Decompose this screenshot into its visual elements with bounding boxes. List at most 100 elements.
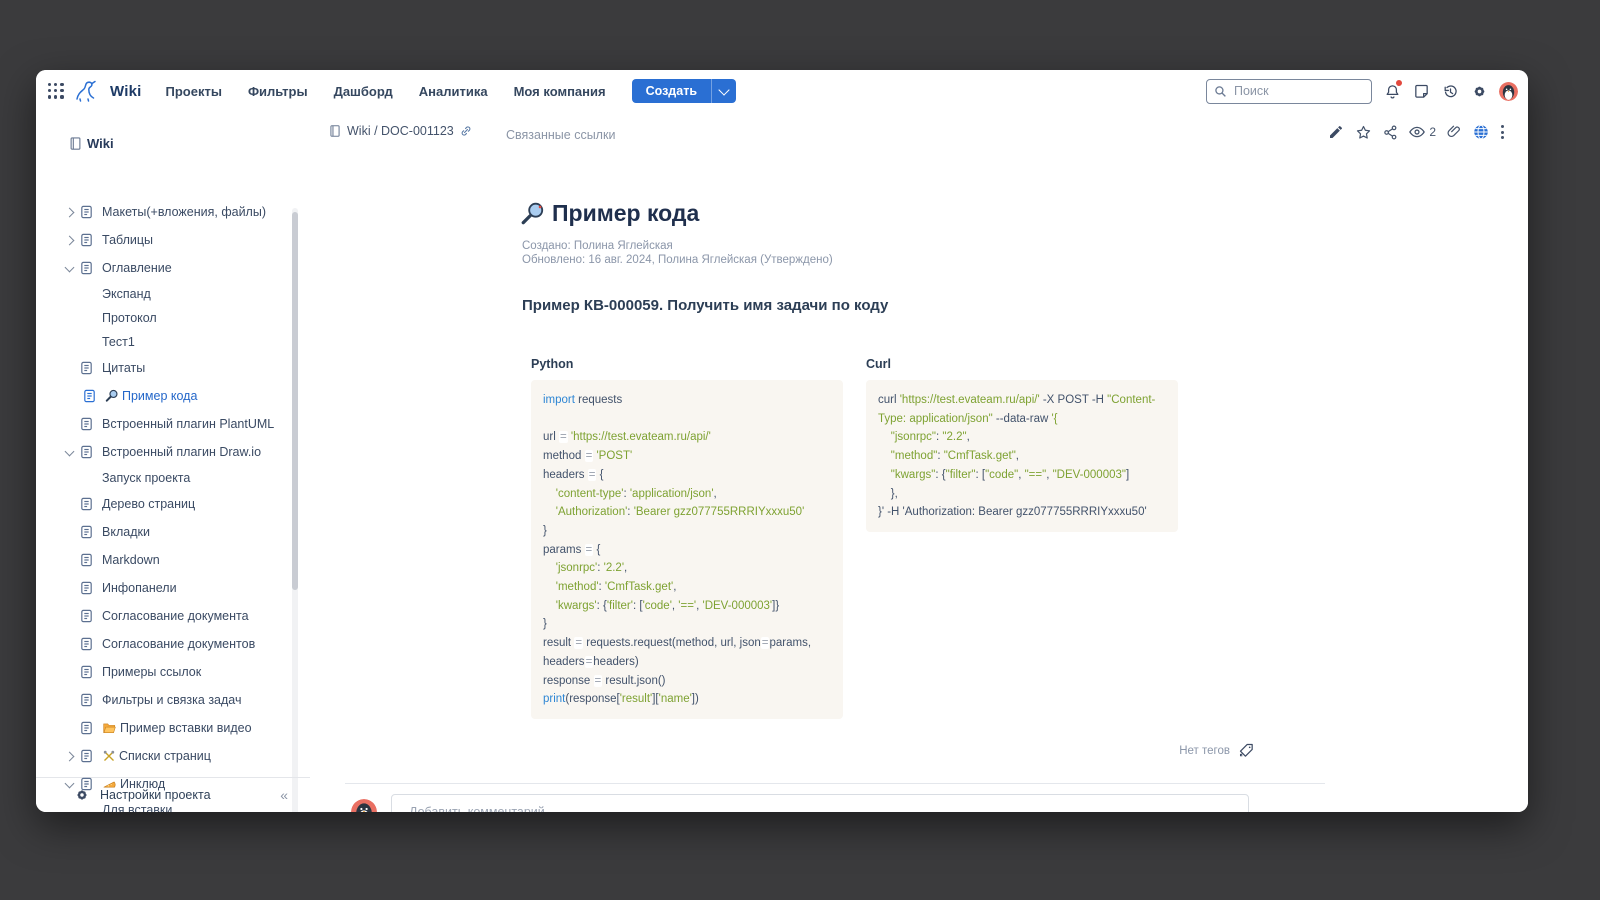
sidebar-item-таблицы[interactable]: Таблицы bbox=[36, 226, 292, 254]
document-icon bbox=[78, 360, 94, 376]
sidebar-item-экспанд[interactable]: Экспанд bbox=[36, 282, 292, 306]
sidebar-item-label: Фильтры и связка задач bbox=[102, 693, 242, 707]
created-meta: Создано: Полина Яглейская bbox=[522, 240, 673, 252]
more-kebab-icon[interactable] bbox=[1499, 123, 1506, 141]
history-icon[interactable] bbox=[1441, 82, 1459, 100]
sidebar-item-label: Markdown bbox=[102, 553, 160, 567]
notifications-bell-icon[interactable] bbox=[1383, 82, 1401, 100]
sidebar-item-label: Цитаты bbox=[102, 361, 145, 375]
sidebar-item-вкладки[interactable]: Вкладки bbox=[36, 518, 292, 546]
document-icon bbox=[78, 444, 94, 460]
top-header: Wiki Проекты Фильтры Дашборд Аналитика Моя к… bbox=[36, 70, 1528, 113]
sidebar-item-примеры-ссылок[interactable]: Примеры ссылок bbox=[36, 658, 292, 686]
search-input[interactable] bbox=[1232, 83, 1346, 99]
sidebar-item-markdown[interactable]: Markdown bbox=[36, 546, 292, 574]
sidebar-scrollbar[interactable] bbox=[292, 208, 298, 812]
code-box[interactable]: import requests url = 'https://test.evat… bbox=[531, 380, 843, 719]
code-block-python: Pythonimport requests url = 'https://tes… bbox=[531, 357, 843, 719]
edit-pencil-icon[interactable] bbox=[1327, 123, 1345, 141]
document-icon bbox=[78, 636, 94, 652]
link-icon[interactable] bbox=[459, 124, 473, 138]
sidebar-item-дерево-страниц[interactable]: Дерево страниц bbox=[36, 490, 292, 518]
sidebar-item-цитаты[interactable]: Цитаты bbox=[36, 354, 292, 382]
document-icon bbox=[78, 416, 94, 432]
document-heading: Пример КВ-000059. Получить имя задачи по… bbox=[522, 297, 888, 314]
sidebar-item-тест1[interactable]: Тест1 bbox=[36, 330, 292, 354]
chevron-right-icon[interactable] bbox=[60, 209, 78, 216]
sidebar-item-label: Согласование документа bbox=[102, 609, 249, 623]
language-globe-icon[interactable] bbox=[1472, 123, 1490, 141]
tools-icon bbox=[102, 749, 116, 763]
sidebar-item-списки-страниц[interactable]: Списки страниц bbox=[36, 742, 292, 770]
sidebar-item-фильтры-и-связка-задач[interactable]: Фильтры и связка задач bbox=[36, 686, 292, 714]
apps-grid-icon[interactable] bbox=[48, 83, 64, 99]
sidebar-item-оглавление[interactable]: Оглавление bbox=[36, 254, 292, 282]
views-eye-icon bbox=[1408, 123, 1426, 141]
sidebar-item-инфопанели[interactable]: Инфопанели bbox=[36, 574, 292, 602]
document-icon bbox=[78, 608, 94, 624]
sidebar-item-label: Таблицы bbox=[102, 233, 153, 247]
nav-item-дашборд[interactable]: Дашборд bbox=[334, 84, 393, 99]
chevron-down-icon[interactable] bbox=[60, 450, 78, 455]
magnifier-icon bbox=[520, 201, 546, 227]
page-title: Пример кода bbox=[552, 200, 699, 227]
sidebar-item-label: Для вставки bbox=[102, 803, 172, 812]
document-icon bbox=[78, 260, 94, 276]
app-title[interactable]: Wiki bbox=[110, 83, 142, 100]
sidebar-item-label: Пример кода bbox=[122, 389, 197, 403]
book-icon bbox=[68, 136, 83, 151]
nav-item-аналитика[interactable]: Аналитика bbox=[419, 84, 488, 99]
document-icon bbox=[78, 580, 94, 596]
views-counter[interactable]: 2 bbox=[1408, 123, 1436, 141]
create-button[interactable]: Создать bbox=[632, 79, 736, 103]
user-avatar[interactable] bbox=[1499, 82, 1518, 101]
sidebar-item-label: Пример вставки видео bbox=[120, 721, 252, 735]
nav-item-фильтры[interactable]: Фильтры bbox=[248, 84, 308, 99]
code-text: curl 'https://test.evateam.ru/api/' -X P… bbox=[878, 391, 1166, 522]
breadcrumb[interactable]: Wiki / DOC-001123 bbox=[328, 124, 473, 138]
tags-row: Нет тегов bbox=[1179, 742, 1255, 759]
sidebar-item-встроенный-плагин-plantuml[interactable]: Встроенный плагин PlantUML bbox=[36, 410, 292, 438]
add-tag-icon[interactable] bbox=[1238, 742, 1255, 759]
code-columns: Pythonimport requests url = 'https://tes… bbox=[531, 357, 1178, 719]
sidebar-item-запуск-проекта[interactable]: Запуск проекта bbox=[36, 466, 292, 490]
sidebar-item-пример-кода[interactable]: Пример кода bbox=[36, 382, 292, 410]
attachment-paperclip-icon[interactable] bbox=[1445, 123, 1463, 141]
collapse-sidebar-button[interactable]: « bbox=[280, 787, 288, 803]
sidebar-item-согласование-документа[interactable]: Согласование документа bbox=[36, 602, 292, 630]
sidebar-project-title[interactable]: Wiki bbox=[68, 136, 114, 151]
chevron-down-icon[interactable] bbox=[60, 782, 78, 787]
scrollbar-thumb[interactable] bbox=[292, 212, 298, 590]
related-links-tab[interactable]: Связанные ссылки bbox=[506, 128, 615, 142]
sidebar-item-пример-вставки-видео[interactable]: Пример вставки видео bbox=[36, 714, 292, 742]
code-box[interactable]: curl 'https://test.evateam.ru/api/' -X P… bbox=[866, 380, 1178, 532]
sidebar-item-label: Инфопанели bbox=[102, 581, 177, 595]
document-icon bbox=[78, 776, 94, 792]
share-icon[interactable] bbox=[1381, 123, 1399, 141]
chevron-right-icon[interactable] bbox=[60, 237, 78, 244]
sidebar-item-протокол[interactable]: Протокол bbox=[36, 306, 292, 330]
book-icon bbox=[328, 124, 342, 138]
document-icon bbox=[78, 692, 94, 708]
document-icon bbox=[78, 552, 94, 568]
comment-divider bbox=[345, 783, 1325, 784]
sidebar-item-label: Примеры ссылок bbox=[102, 665, 201, 679]
create-dropdown-arrow[interactable] bbox=[711, 79, 736, 103]
chevron-down-icon[interactable] bbox=[60, 266, 78, 271]
updated-meta: Обновлено: 16 авг. 2024, Полина Яглейска… bbox=[522, 254, 833, 266]
comment-input[interactable] bbox=[391, 794, 1249, 812]
search-box[interactable] bbox=[1206, 79, 1372, 104]
settings-gear-icon[interactable] bbox=[1470, 82, 1488, 100]
sidebar-item-согласование-документов[interactable]: Согласование документов bbox=[36, 630, 292, 658]
sidebar-item-макеты-вложения-файлы-[interactable]: Макеты(+вложения, файлы) bbox=[36, 198, 292, 226]
favorite-star-icon[interactable] bbox=[1354, 123, 1372, 141]
nav-item-моя-компания[interactable]: Моя компания bbox=[514, 84, 606, 99]
nav-item-проекты[interactable]: Проекты bbox=[166, 84, 222, 99]
notes-icon[interactable] bbox=[1412, 82, 1430, 100]
code-block-curl: Curlcurl 'https://test.evateam.ru/api/' … bbox=[866, 357, 1178, 532]
sidebar-item-встроенный-плагин-draw-io[interactable]: Встроенный плагин Draw.io bbox=[36, 438, 292, 466]
no-tags-label: Нет тегов bbox=[1179, 745, 1230, 757]
page-tree: Макеты(+вложения, файлы) Таблицы Оглавлени… bbox=[36, 198, 292, 812]
document-icon bbox=[78, 664, 94, 680]
chevron-right-icon[interactable] bbox=[60, 753, 78, 760]
